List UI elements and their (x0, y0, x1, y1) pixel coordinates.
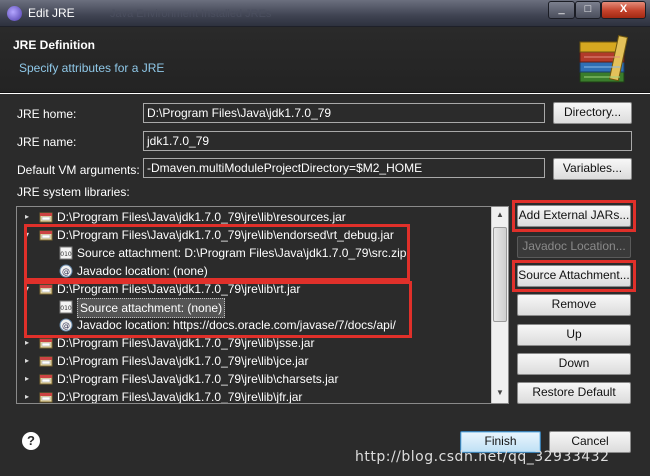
background-window-text: Java Environment Installed JREs (110, 8, 272, 20)
collapsed-arrow-icon[interactable]: ▸ (25, 370, 29, 388)
library-tree-item[interactable]: ▸ D:\Program Files\Java\jdk1.7.0_79\jre\l… (17, 370, 497, 388)
add-external-jars-button[interactable]: Add External JARs... (517, 205, 631, 227)
library-tree-item[interactable]: ▸ D:\Program Files\Java\jdk1.7.0_79\jre\l… (17, 352, 497, 370)
up-button[interactable]: Up (517, 324, 631, 346)
jar-icon (39, 336, 53, 350)
scroll-down-arrow-icon[interactable]: ▼ (492, 385, 508, 401)
source-attachment-button[interactable]: Source Attachment... (517, 265, 631, 287)
library-item-label: D:\Program Files\Java\jdk1.7.0_79\jre\li… (57, 372, 339, 386)
remove-button[interactable]: Remove (517, 294, 631, 316)
maximize-button[interactable]: □ (575, 1, 601, 19)
jar-icon (39, 210, 53, 224)
libraries-label: JRE system libraries: (17, 185, 130, 199)
tree-scrollbar[interactable]: ▲ ▼ (491, 207, 508, 403)
collapsed-arrow-icon[interactable]: ▸ (25, 352, 29, 370)
help-icon[interactable]: ? (22, 432, 40, 450)
collapsed-arrow-icon[interactable]: ▸ (25, 388, 29, 403)
vm-arguments-field[interactable]: -Dmaven.multiModuleProjectDirectory=$M2_… (143, 158, 545, 178)
vm-arguments-label: Default VM arguments: (17, 163, 140, 177)
library-item-label: D:\Program Files\Java\jdk1.7.0_79\jre\li… (57, 354, 309, 368)
restore-default-button[interactable]: Restore Default (517, 382, 631, 404)
jar-icon (39, 372, 53, 386)
down-button[interactable]: Down (517, 353, 631, 375)
javadoc-location-button[interactable]: Javadoc Location... (517, 236, 631, 258)
jar-icon (39, 390, 53, 403)
jre-name-label: JRE name: (17, 135, 77, 149)
highlight-box-rt (24, 281, 412, 338)
minimize-button[interactable]: _ (548, 1, 575, 19)
jre-home-label: JRE home: (17, 107, 77, 121)
library-tree-item[interactable]: ▸ D:\Program Files\Java\jdk1.7.0_79\jre\l… (17, 388, 497, 404)
dialog-subtitle: Specify attributes for a JRE (19, 61, 165, 75)
close-button[interactable]: X (601, 1, 646, 19)
dialog-title: JRE Definition (13, 38, 96, 52)
title-bar: Edit JRE Java Environment Installed JREs… (0, 0, 650, 27)
library-books-icon (579, 35, 629, 83)
scroll-up-arrow-icon[interactable]: ▲ (492, 207, 508, 223)
library-item-label: D:\Program Files\Java\jdk1.7.0_79\jre\li… (57, 390, 303, 404)
jre-home-field[interactable]: D:\Program Files\Java\jdk1.7.0_79 (143, 103, 545, 123)
variables-button[interactable]: Variables... (553, 158, 632, 180)
dialog-header: JRE Definition Specify attributes for a … (0, 27, 650, 93)
highlight-box-rt-debug (24, 224, 410, 281)
scroll-thumb[interactable] (493, 227, 507, 322)
jre-name-field[interactable]: jdk1.7.0_79 (143, 131, 632, 151)
watermark-text: http://blog.csdn.net/qq_32933432 (355, 449, 610, 465)
eclipse-icon (7, 6, 22, 21)
directory-button[interactable]: Directory... (553, 102, 632, 124)
window-title: Edit JRE (28, 6, 75, 20)
jar-icon (39, 354, 53, 368)
